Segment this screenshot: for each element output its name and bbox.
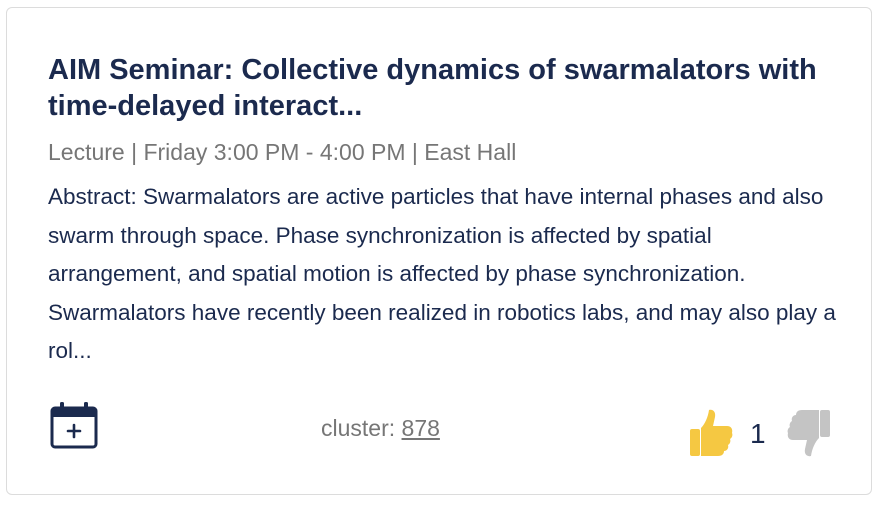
event-abstract: Abstract: Swarmalators are active partic… (48, 184, 836, 363)
thumbs-down-icon (787, 410, 830, 457)
cluster-label: cluster: (321, 415, 402, 441)
add-to-calendar-button[interactable] (48, 399, 100, 451)
downvote-button[interactable] (785, 406, 833, 460)
cluster-info: cluster: 878 (321, 413, 440, 443)
event-title[interactable]: AIM Seminar: Collective dynamics of swar… (48, 52, 838, 124)
vote-count: 1 (750, 418, 766, 449)
event-card: AIM Seminar: Collective dynamics of swar… (6, 7, 872, 495)
thumbs-up-icon (690, 409, 733, 456)
cluster-link[interactable]: 878 (402, 415, 440, 441)
upvote-button[interactable] (687, 406, 735, 460)
calendar-add-icon (50, 402, 98, 449)
event-meta: Lecture | Friday 3:00 PM - 4:00 PM | Eas… (48, 139, 517, 165)
